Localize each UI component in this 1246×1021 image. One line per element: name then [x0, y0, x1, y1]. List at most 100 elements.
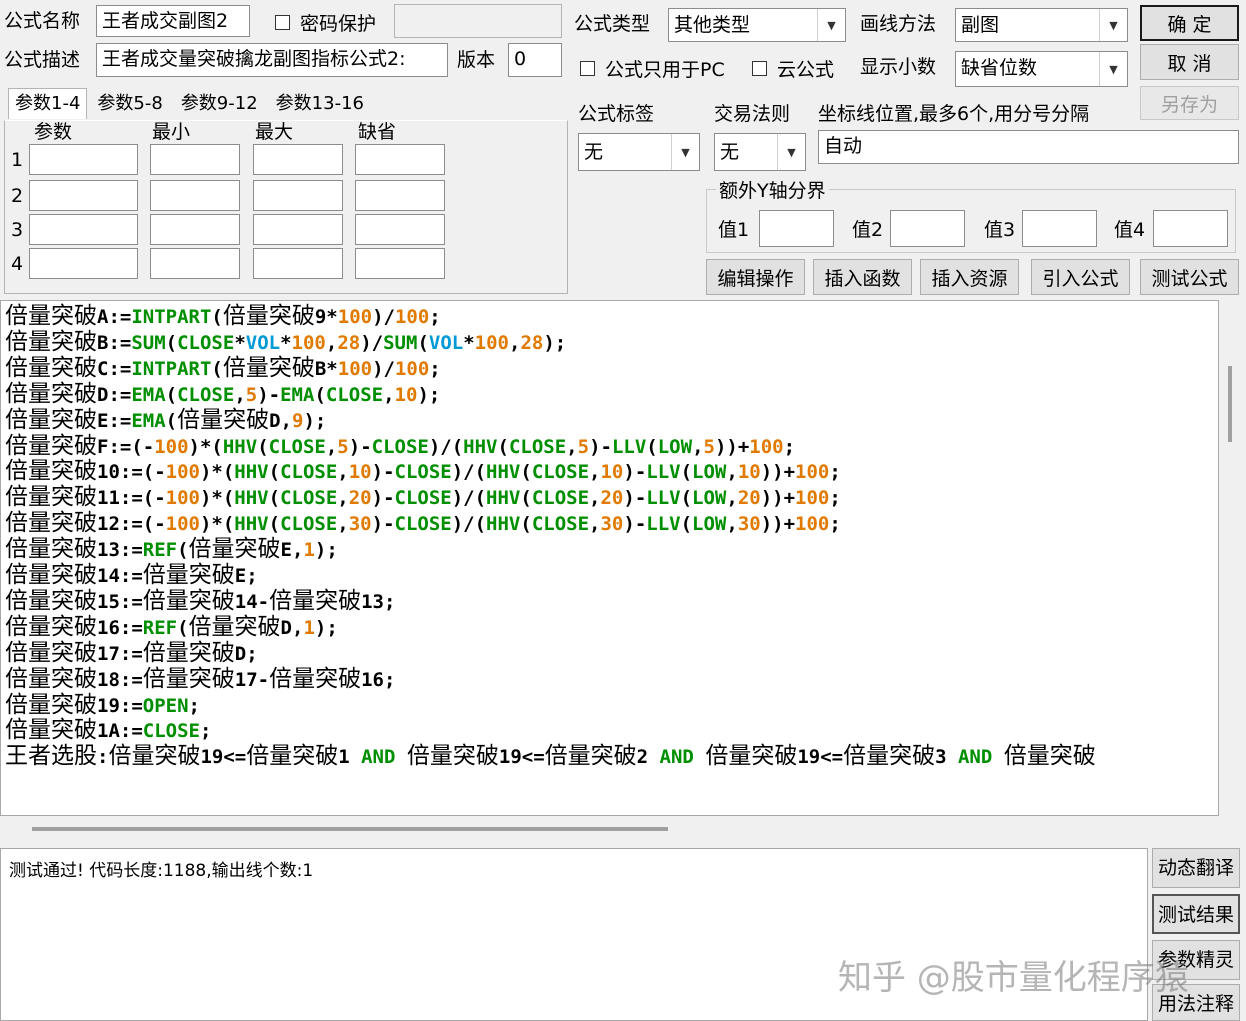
checkbox-box[interactable]: [275, 15, 290, 30]
code-token: 19:=: [97, 694, 143, 717]
code-line[interactable]: 倍量突破13:=REF(倍量突破E,1);: [5, 536, 338, 562]
param-2-min[interactable]: [150, 180, 240, 211]
code-token: 100: [165, 461, 200, 484]
code-token: SUM: [131, 331, 166, 354]
code-line[interactable]: 倍量突破16:=REF(倍量突破D,1);: [5, 614, 338, 640]
code-line[interactable]: 倍量突破1A:=CLOSE;: [5, 717, 211, 743]
param-4-name[interactable]: [29, 248, 138, 279]
code-token: 倍量突破: [5, 406, 97, 433]
param-1-default[interactable]: [355, 144, 445, 175]
formula-desc-input[interactable]: 王者成交量突破擒龙副图指标公式2:: [96, 43, 448, 77]
code-token: 倍量突破: [5, 484, 97, 511]
param-3-min[interactable]: [150, 214, 240, 245]
code-token: (: [417, 331, 429, 354]
version-input[interactable]: 0: [508, 43, 562, 77]
chevron-down-icon[interactable]: ▼: [1099, 52, 1127, 86]
vertical-scrollbar[interactable]: [1219, 300, 1240, 816]
code-token: 倍量突破: [5, 587, 97, 614]
vertical-scrollbar-thumb[interactable]: [1228, 366, 1232, 442]
y-value-1-input[interactable]: [759, 210, 834, 247]
axis-input[interactable]: 自动: [818, 130, 1239, 164]
code-token: 倍量突破: [5, 717, 97, 744]
code-token: (: [165, 409, 178, 432]
edit-operation-button[interactable]: 编辑操作: [706, 259, 805, 295]
tab-params-9-12[interactable]: 参数9-12: [175, 89, 264, 119]
code-line[interactable]: 倍量突破17:=倍量突破D;: [5, 640, 258, 666]
code-line[interactable]: 倍量突破19:=OPEN;: [5, 692, 200, 718]
tab-params-13-16[interactable]: 参数13-16: [270, 89, 370, 119]
param-row-2-label: 2: [11, 185, 24, 207]
dynamic-translate-button[interactable]: 动态翻译: [1152, 848, 1240, 888]
save-as-button[interactable]: 另存为: [1140, 86, 1239, 120]
chevron-down-icon[interactable]: ▼: [1099, 9, 1127, 41]
code-line[interactable]: 倍量突破11:=(-100)*(HHV(CLOSE,20)-CLOSE)/(HH…: [5, 484, 841, 510]
param-1-min[interactable]: [150, 144, 240, 175]
trade-rule-select[interactable]: 无 ▼: [714, 133, 806, 171]
draw-method-select[interactable]: 副图 ▼: [955, 8, 1128, 42]
param-3-name[interactable]: [29, 214, 138, 245]
chevron-down-icon[interactable]: ▼: [671, 134, 699, 170]
password-checkbox[interactable]: 密码保护: [275, 9, 376, 36]
code-line[interactable]: 倍量突破18:=倍量突破17-倍量突破16;: [5, 666, 395, 692]
password-input[interactable]: [394, 4, 562, 38]
insert-resource-button[interactable]: 插入资源: [920, 259, 1019, 295]
test-formula-button[interactable]: 测试公式: [1140, 259, 1239, 295]
code-token: OPEN: [142, 694, 189, 717]
code-token: 倍量突破: [188, 536, 281, 563]
code-token: 倍量突破: [142, 562, 235, 588]
param-3-default[interactable]: [355, 214, 445, 245]
insert-function-button[interactable]: 插入函数: [813, 259, 912, 295]
tab-params-5-8[interactable]: 参数5-8: [91, 89, 168, 119]
horizontal-scrollbar[interactable]: [0, 816, 1240, 844]
code-line[interactable]: 倍量突破A:=INTPART(倍量突破9*100)/100;: [5, 303, 441, 329]
code-line[interactable]: 倍量突破B:=SUM(CLOSE*VOL*100,28)/SUM(VOL*100…: [5, 329, 566, 355]
param-2-name[interactable]: [29, 180, 138, 211]
code-line[interactable]: 倍量突破F:=(-100)*(HHV(CLOSE,5)-CLOSE)/(HHV(…: [5, 433, 795, 459]
param-4-default[interactable]: [355, 248, 445, 279]
code-line[interactable]: 倍量突破15:=倍量突破14-倍量突破13;: [5, 588, 395, 614]
code-line[interactable]: 倍量突破D:=EMA(CLOSE,5)-EMA(CLOSE,10);: [5, 381, 440, 407]
y-value-3-input[interactable]: [1022, 210, 1097, 247]
y-value-2-input[interactable]: [890, 210, 965, 247]
code-token: 倍量突破: [5, 303, 97, 329]
pc-only-checkbox[interactable]: 公式只用于PC: [580, 55, 725, 82]
code-line[interactable]: 王者选股:倍量突破19<=倍量突破1 AND 倍量突破19<=倍量突破2 AND…: [5, 743, 1096, 769]
code-editor[interactable]: 倍量突破A:=INTPART(倍量突破9*100)/100; 倍量突破B:=SUM…: [0, 300, 1219, 816]
ok-button[interactable]: 确 定: [1140, 5, 1239, 41]
param-4-max[interactable]: [253, 248, 343, 279]
horizontal-scrollbar-thumb[interactable]: [32, 827, 668, 831]
param-1-max[interactable]: [253, 144, 343, 175]
formula-name-input[interactable]: 王者成交副图2: [96, 5, 250, 37]
code-token: ,: [589, 461, 601, 484]
cloud-checkbox[interactable]: 云公式: [752, 55, 834, 82]
code-token: ,: [726, 461, 738, 484]
chevron-down-icon[interactable]: ▼: [777, 134, 805, 170]
param-2-max[interactable]: [253, 180, 343, 211]
code-token: 倍量突破: [177, 406, 270, 433]
tab-params-1-4[interactable]: 参数1-4: [8, 88, 88, 119]
code-token: (: [211, 357, 223, 380]
code-line[interactable]: 倍量突破14:=倍量突破E;: [5, 562, 258, 588]
chevron-down-icon[interactable]: ▼: [817, 9, 845, 41]
code-line[interactable]: 倍量突破12:=(-100)*(HHV(CLOSE,30)-CLOSE)/(HH…: [5, 510, 841, 536]
formula-type-select[interactable]: 其他类型 ▼: [668, 8, 846, 42]
param-2-default[interactable]: [355, 180, 445, 211]
code-line[interactable]: 倍量突破E:=EMA(倍量突破D,9);: [5, 407, 326, 433]
decimals-select[interactable]: 缺省位数 ▼: [955, 51, 1128, 87]
import-formula-button[interactable]: 引入公式: [1031, 259, 1130, 295]
test-result-button[interactable]: 测试结果: [1152, 894, 1240, 934]
code-token: 100: [394, 357, 430, 380]
param-3-max[interactable]: [253, 214, 343, 245]
cancel-button[interactable]: 取 消: [1140, 44, 1239, 80]
code-token: 倍量突破: [142, 587, 235, 614]
code-token: 19<=: [498, 746, 545, 769]
checkbox-box[interactable]: [580, 61, 595, 76]
code-line[interactable]: 倍量突破10:=(-100)*(HHV(CLOSE,10)-CLOSE)/(HH…: [5, 458, 841, 484]
tag-select[interactable]: 无 ▼: [578, 133, 700, 171]
y-value-4-input[interactable]: [1153, 210, 1228, 247]
checkbox-box[interactable]: [752, 61, 767, 76]
param-1-name[interactable]: [29, 144, 138, 175]
param-4-min[interactable]: [150, 248, 240, 279]
code-token: 100: [795, 487, 830, 510]
code-line[interactable]: 倍量突破C:=INTPART(倍量突破B*100)/100;: [5, 355, 441, 381]
